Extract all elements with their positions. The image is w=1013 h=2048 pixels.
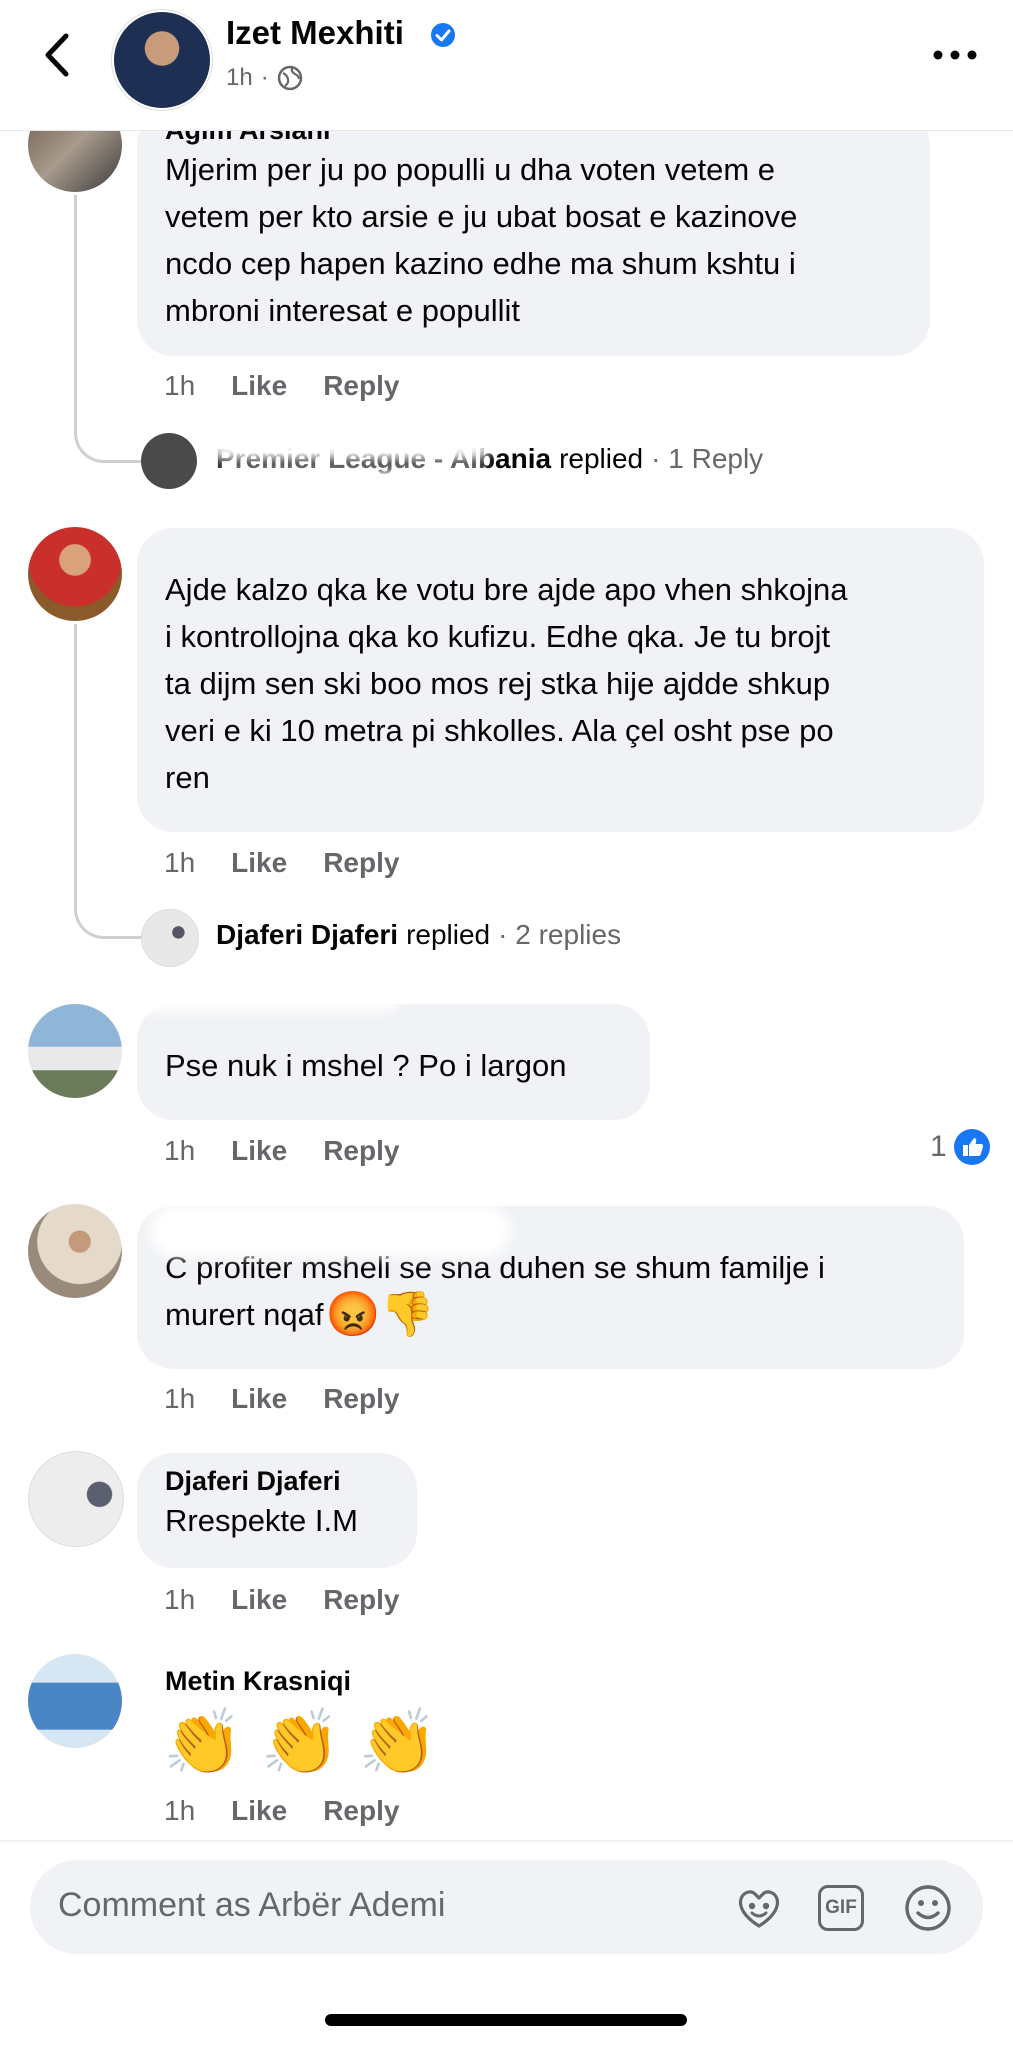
comment-text-line: Rrespekte I.M [165, 1503, 358, 1539]
comment-actions: 1h Like Reply [164, 1584, 399, 1616]
comment-time: 1h [164, 1584, 196, 1615]
comment-bubble[interactable]: Agim Arslani Mjerim per ju po populli u … [137, 110, 930, 356]
comment-text-line: mbroni interesat e popullit [165, 293, 520, 329]
reply-author[interactable]: Djaferi Djaferi [216, 919, 398, 951]
verified-badge-icon [431, 23, 455, 47]
reply-button[interactable]: Reply [323, 1135, 399, 1167]
comment-author[interactable]: Metin Krasniqi [165, 1665, 351, 1697]
back-chevron-icon[interactable] [36, 30, 76, 80]
post-header: Izet Mexhiti 1h · [0, 0, 1013, 131]
comment-text-line: Mjerim per ju po populli u dha voten vet… [165, 152, 775, 188]
like-reaction-icon [953, 1129, 990, 1165]
comment-actions: 1h Like Reply [164, 847, 399, 879]
comment-text-line: ren [165, 760, 210, 795]
more-icon[interactable] [930, 40, 980, 70]
globe-icon [277, 65, 302, 91]
post-meta: 1h · [226, 64, 303, 92]
reply-action: replied [559, 443, 644, 474]
comment-bubble[interactable]: Ajde kalzo qka ke votu bre ajde apo vhen… [137, 528, 984, 832]
comment-author[interactable] [165, 540, 956, 566]
redaction-overlay [210, 438, 490, 460]
like-button[interactable]: Like [231, 1383, 287, 1415]
comment-time: 1h [164, 370, 196, 401]
comment-actions: 1h Like Reply [164, 1795, 399, 1827]
comment-input[interactable]: Comment as Arbër Ademi [58, 1886, 445, 1925]
smiley-icon[interactable] [902, 1882, 954, 1934]
author-name[interactable]: Izet Mexhiti [226, 14, 404, 52]
like-button[interactable]: Like [231, 1135, 287, 1167]
comment-actions: 1h Like Reply [164, 1135, 399, 1167]
like-button[interactable]: Like [231, 370, 287, 402]
commenter-avatar[interactable] [28, 1654, 122, 1748]
comment-text-line: ta dijm sen ski boo mos rej stka hije aj… [165, 666, 831, 701]
clapping-hands-emoji: 👏👏👏 [163, 1706, 457, 1778]
comment-text-fragment: murert nqaf [165, 1297, 324, 1332]
commenter-avatar[interactable] [28, 527, 122, 621]
comment-author[interactable]: Djaferi Djaferi [165, 1465, 389, 1497]
comment-text-line: veri e ki 10 metra pi shkolles. Ala çel … [165, 713, 834, 748]
comment-time: 1h [164, 847, 196, 878]
reaction-count: 1 [930, 1130, 947, 1163]
composer-divider [0, 1840, 1013, 1842]
like-button[interactable]: Like [231, 1584, 287, 1616]
comment-bubble[interactable]: Djaferi Djaferi Rrespekte I.M [137, 1453, 417, 1568]
reply-action: replied [406, 919, 491, 950]
post-time: 1h [226, 64, 253, 91]
commenter-avatar[interactable] [28, 1004, 122, 1098]
comment-author[interactable] [165, 1016, 622, 1042]
comment-time: 1h [164, 1135, 196, 1166]
reply-button[interactable]: Reply [323, 1584, 399, 1616]
comment-text-line: Pse nuk i mshel ? Po i largon [165, 1048, 567, 1083]
reply-button[interactable]: Reply [323, 1795, 399, 1827]
angry-thumbs-down-emoji: 😡👎 [325, 1289, 436, 1339]
reply-count[interactable]: · 2 replies [498, 919, 621, 951]
comment-text-line: Ajde kalzo qka ke votu bre ajde apo vhen… [165, 572, 848, 607]
replies-link[interactable]: Djaferi Djaferi replied · 2 replies [216, 919, 621, 951]
reply-button[interactable]: Reply [323, 847, 399, 879]
reply-count[interactable]: · 1 Reply [651, 443, 763, 475]
comment-text-line: i kontrollojna qka ko kufizu. Edhe qka. … [165, 619, 831, 654]
commenter-avatar[interactable] [28, 1204, 122, 1298]
gif-label: GIF [825, 1897, 857, 1918]
like-button[interactable]: Like [231, 1795, 287, 1827]
reaction-summary[interactable]: 1 [930, 1128, 991, 1166]
gif-icon[interactable]: GIF [818, 1885, 864, 1931]
comment-actions: 1h Like Reply [164, 370, 399, 402]
redaction-overlay [130, 978, 400, 1012]
reply-button[interactable]: Reply [323, 370, 399, 402]
comment-text-line: ncdo cep hapen kazino edhe ma shum kshtu… [165, 246, 796, 282]
redaction-overlay [210, 470, 495, 512]
reply-avatar[interactable] [141, 433, 197, 489]
author-avatar[interactable] [112, 10, 212, 110]
comment-composer[interactable]: Comment as Arbër Ademi GIF [30, 1860, 983, 1954]
comment-bubble[interactable]: Pse nuk i mshel ? Po i largon [137, 1004, 650, 1120]
comment-time: 1h [164, 1383, 196, 1414]
like-button[interactable]: Like [231, 847, 287, 879]
meta-separator: · [260, 64, 269, 91]
comment-time: 1h [164, 1795, 196, 1826]
commenter-avatar[interactable] [28, 1451, 124, 1547]
reply-avatar[interactable] [141, 909, 199, 967]
reply-button[interactable]: Reply [323, 1383, 399, 1415]
home-indicator[interactable] [325, 2014, 687, 2026]
avatar-sticker-icon[interactable] [733, 1882, 785, 1934]
comment-text-line: murert nqaf 😡👎 [165, 1291, 936, 1338]
redaction-overlay [150, 1205, 510, 1257]
comment-actions: 1h Like Reply [164, 1383, 399, 1415]
comment-text-line: vetem per kto arsie e ju ubat bosat e ka… [165, 199, 798, 235]
